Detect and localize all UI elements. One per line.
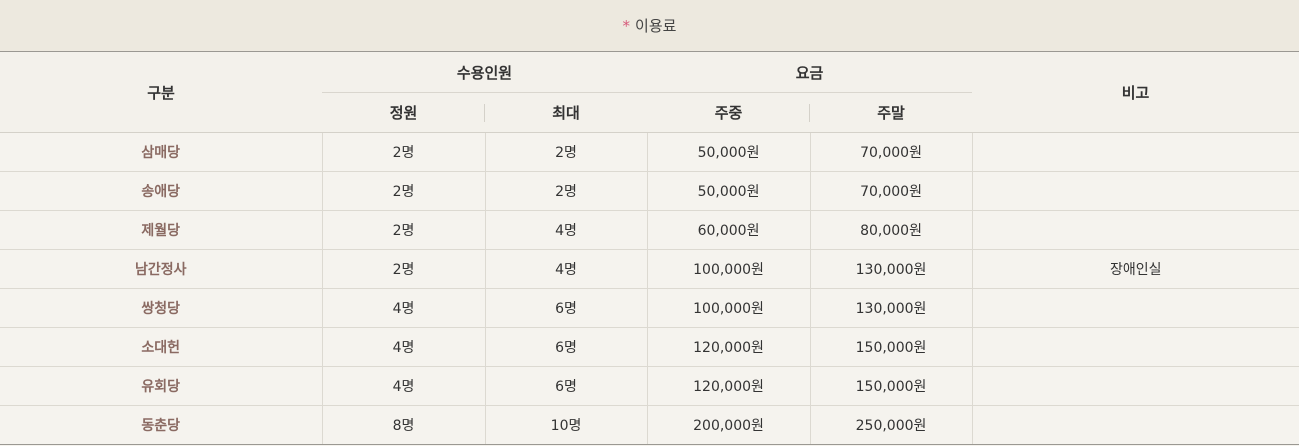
room-name: 동춘당 xyxy=(0,405,323,445)
header-fee-group: 요금 xyxy=(647,52,973,93)
room-name: 소대헌 xyxy=(0,327,323,367)
table-row: 남간정사 2명 4명 100,000원 130,000원 장애인실 xyxy=(0,249,1299,289)
table-row: 소대헌 4명 6명 120,000원 150,000원 xyxy=(0,327,1299,367)
room-name: 쌍청당 xyxy=(0,288,323,328)
standard-capacity: 4명 xyxy=(322,327,486,367)
table-row: 제월당 2명 4명 60,000원 80,000원 xyxy=(0,210,1299,250)
table-row: 삼매당 2명 2명 50,000원 70,000원 xyxy=(0,132,1299,172)
caption-title: 이용료 xyxy=(635,17,677,35)
standard-capacity: 2명 xyxy=(322,132,486,172)
weekday-fee: 50,000원 xyxy=(647,132,811,172)
weekday-fee: 200,000원 xyxy=(647,405,811,445)
weekday-fee: 50,000원 xyxy=(647,171,811,211)
header-note: 비고 xyxy=(972,52,1299,133)
weekend-fee: 150,000원 xyxy=(810,327,973,367)
note xyxy=(972,210,1299,250)
maximum-capacity: 6명 xyxy=(485,288,648,328)
room-name: 삼매당 xyxy=(0,132,323,172)
maximum-capacity: 4명 xyxy=(485,210,648,250)
weekend-fee: 150,000원 xyxy=(810,366,973,406)
header-category: 구분 xyxy=(0,52,322,133)
standard-capacity: 2명 xyxy=(322,210,486,250)
maximum-capacity: 6명 xyxy=(485,327,648,367)
header-standard: 정원 xyxy=(322,92,485,133)
room-name: 송애당 xyxy=(0,171,323,211)
standard-capacity: 2명 xyxy=(322,249,486,289)
note: 장애인실 xyxy=(972,249,1299,289)
table-row: 쌍청당 4명 6명 100,000원 130,000원 xyxy=(0,288,1299,328)
standard-capacity: 4명 xyxy=(322,288,486,328)
note xyxy=(972,132,1299,172)
note xyxy=(972,405,1299,445)
maximum-capacity: 4명 xyxy=(485,249,648,289)
maximum-capacity: 6명 xyxy=(485,366,648,406)
fee-caption: * 이용료 xyxy=(0,0,1299,52)
note xyxy=(972,288,1299,328)
header-weekday: 주중 xyxy=(647,92,811,133)
weekday-fee: 100,000원 xyxy=(647,249,811,289)
maximum-capacity: 10명 xyxy=(485,405,648,445)
weekday-fee: 100,000원 xyxy=(647,288,811,328)
fee-table-body: 삼매당 2명 2명 50,000원 70,000원 송애당 2명 2명 50,0… xyxy=(0,132,1299,445)
room-name: 남간정사 xyxy=(0,249,323,289)
standard-capacity: 4명 xyxy=(322,366,486,406)
room-name: 제월당 xyxy=(0,210,323,250)
room-name: 유회당 xyxy=(0,366,323,406)
weekday-fee: 120,000원 xyxy=(647,366,811,406)
weekday-fee: 120,000원 xyxy=(647,327,811,367)
table-row: 동춘당 8명 10명 200,000원 250,000원 xyxy=(0,405,1299,445)
standard-capacity: 2명 xyxy=(322,171,486,211)
weekend-fee: 130,000원 xyxy=(810,249,973,289)
weekend-fee: 70,000원 xyxy=(810,132,973,172)
weekend-fee: 70,000원 xyxy=(810,171,973,211)
header-weekend: 주말 xyxy=(810,92,973,133)
maximum-capacity: 2명 xyxy=(485,171,648,211)
maximum-capacity: 2명 xyxy=(485,132,648,172)
asterisk-marker: * xyxy=(622,16,631,35)
weekend-fee: 130,000원 xyxy=(810,288,973,328)
header-capacity-group: 수용인원 xyxy=(322,52,648,93)
fee-table-header: 구분 수용인원 요금 비고 정원 최대 주중 주말 xyxy=(0,52,1299,133)
weekend-fee: 80,000원 xyxy=(810,210,973,250)
weekend-fee: 250,000원 xyxy=(810,405,973,445)
note xyxy=(972,171,1299,211)
weekday-fee: 60,000원 xyxy=(647,210,811,250)
table-row: 유회당 4명 6명 120,000원 150,000원 xyxy=(0,366,1299,406)
table-row: 송애당 2명 2명 50,000원 70,000원 xyxy=(0,171,1299,211)
note xyxy=(972,327,1299,367)
fee-table: 구분 수용인원 요금 비고 정원 최대 주중 주말 삼매당 2명 2명 50,0… xyxy=(0,52,1299,445)
note xyxy=(972,366,1299,406)
standard-capacity: 8명 xyxy=(322,405,486,445)
header-maximum: 최대 xyxy=(485,92,648,133)
